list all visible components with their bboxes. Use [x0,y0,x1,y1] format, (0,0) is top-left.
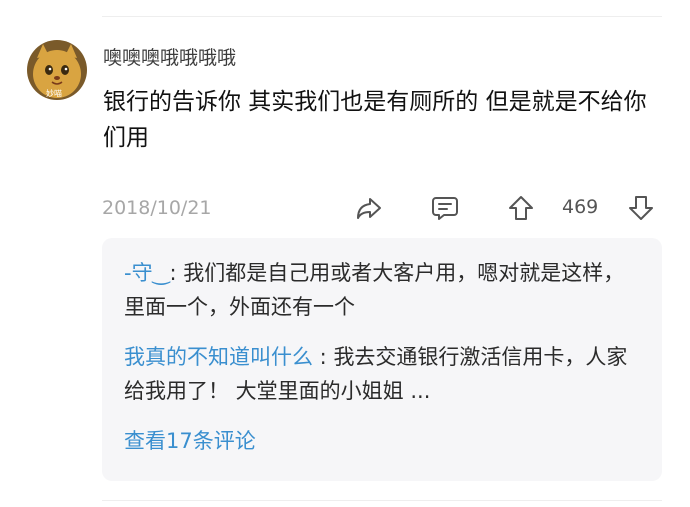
top-divider [102,16,662,17]
bottom-divider [102,500,662,501]
reply-separator: : [169,261,184,285]
share-icon[interactable] [354,193,384,223]
reply-text: 我们都是自己用或者大客户用，嗯对就是这样，里面一个，外面还有一个 [124,261,625,319]
reply-author[interactable]: 我真的不知道叫什么 [124,345,313,369]
reply-item: 我真的不知道叫什么 : 我去交通银行激活信用卡，人家给我用了！ 大堂里面的小姐姐… [124,340,642,408]
like-count: 469 [562,196,599,218]
reply-item: -守‿: 我们都是自己用或者大客户用，嗯对就是这样，里面一个，外面还有一个 [124,256,642,324]
comment-timestamp: 2018/10/21 [102,197,212,219]
replies-box: -守‿: 我们都是自己用或者大客户用，嗯对就是这样，里面一个，外面还有一个 我真… [102,238,662,481]
downvote-arrow-icon[interactable] [626,193,656,223]
upvote-arrow-icon[interactable] [506,193,536,223]
comment-username[interactable]: 噢噢噢哦哦哦哦 [103,43,236,70]
reply-separator: : [313,345,334,369]
reply-author[interactable]: -守‿ [124,261,169,285]
comment-icon[interactable] [430,193,460,223]
comment-text: 银行的告诉你 其实我们也是有厕所的 但是就是不给你们用 [103,89,647,151]
avatar[interactable]: 妙喵 [27,40,87,100]
view-more-replies-link[interactable]: 查看17条评论 [124,425,256,455]
cartoon-cat-avatar-icon: 妙喵 [27,40,87,100]
avatar-caption: 妙喵 [46,88,62,98]
